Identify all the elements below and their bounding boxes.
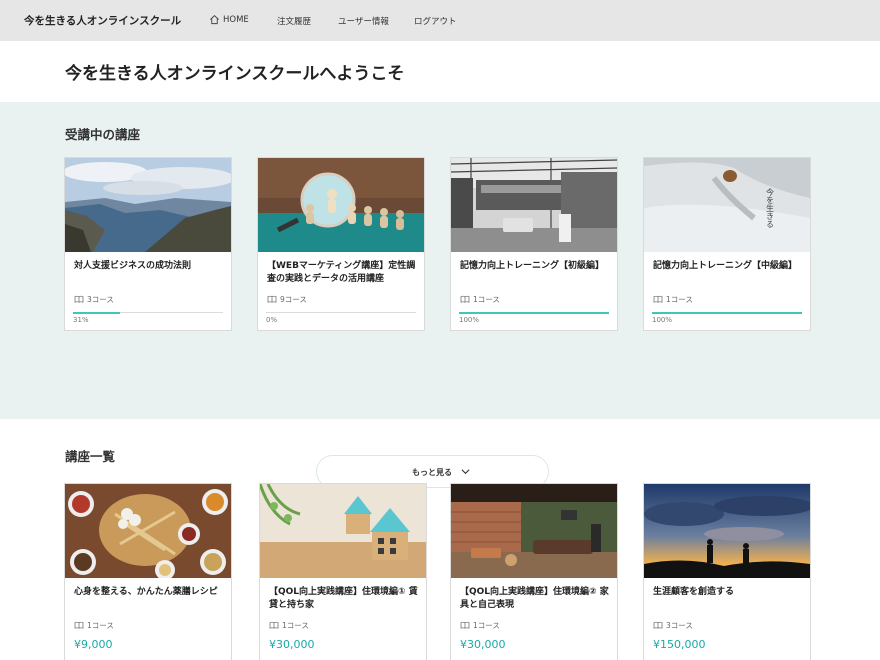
course-thumbnail — [65, 158, 231, 252]
enrolled-course-card[interactable]: 今を生きる 記憶力向上トレーニング【中級編】 1コース 100% — [643, 157, 811, 331]
book-icon — [460, 621, 470, 629]
course-count: 9コース — [267, 294, 307, 305]
course-title: 記憶力向上トレーニング【初級編】 — [460, 261, 605, 271]
enrolled-course-card[interactable]: 記憶力向上トレーニング【初級編】 1コース 100% — [450, 157, 618, 331]
progress-bar — [459, 311, 609, 314]
progress-label: 0% — [266, 316, 278, 324]
course-count: 1コース — [74, 620, 114, 631]
course-thumbnail — [260, 484, 426, 578]
thumbnail-caption: 今を生きる — [766, 187, 775, 228]
course-price: ¥150,000 — [653, 638, 706, 651]
site-brand[interactable]: 今を生きる人オンラインスクール — [24, 13, 181, 28]
course-price: ¥30,000 — [269, 638, 315, 651]
course-thumbnail: 今を生きる — [644, 158, 810, 252]
chevron-down-icon — [461, 469, 470, 475]
course-title: 心身を整える、かんたん薬膳レシピ — [74, 587, 218, 597]
course-title: 対人支援ビジネスの成功法則 — [74, 261, 192, 271]
course-count: 3コース — [74, 294, 114, 305]
enrolled-courses-section: 受講中の講座 対人支援ビジネスの成功法則 3コース 31% 【WEBマーケティン… — [0, 102, 880, 488]
nav-logout-link[interactable]: ログアウト — [414, 15, 457, 27]
nav-user-info-link[interactable]: ユーザー情報 — [338, 15, 389, 27]
catalog-course-card[interactable]: 【QOL向上実践講座】住環境編② 家具と自己表現 1コース ¥30,000 — [450, 483, 618, 660]
catalog-course-card[interactable]: 心身を整える、かんたん薬膳レシピ 1コース ¥9,000 — [64, 483, 232, 660]
progress-label: 31% — [73, 316, 89, 324]
book-icon — [460, 295, 470, 303]
course-thumbnail — [258, 158, 424, 252]
progress-bar — [266, 312, 416, 313]
course-thumbnail — [451, 158, 617, 252]
book-icon — [267, 295, 277, 303]
course-title: 【WEBマーケティング講座】定性調査の実践とデータの活用講座 — [267, 261, 416, 284]
course-thumbnail — [451, 484, 617, 578]
home-icon[interactable] — [209, 14, 220, 25]
welcome-title: 今を生きる人オンラインスクールへようこそ — [65, 64, 405, 84]
progress-fill — [459, 311, 609, 314]
course-price: ¥30,000 — [460, 638, 506, 651]
course-title: 【QOL向上実践講座】住環境編① 賃貸と持ち家 — [269, 587, 418, 610]
book-icon — [269, 621, 279, 629]
course-thumbnail — [644, 484, 810, 578]
top-navigation-bar: 今を生きる人オンラインスクール HOME 注文履歴 ユーザー情報 ログアウト — [0, 0, 880, 41]
course-count: 1コース — [460, 294, 500, 305]
progress-label: 100% — [459, 316, 480, 324]
enrolled-section-title: 受講中の講座 — [65, 127, 141, 142]
course-count: 1コース — [460, 620, 500, 631]
course-title: 記憶力向上トレーニング【中級編】 — [653, 261, 798, 271]
catalog-course-card[interactable]: 生涯顧客を創造する 3コース ¥150,000 — [643, 483, 811, 660]
nav-home-link[interactable]: HOME — [223, 15, 249, 25]
course-title: 生涯顧客を創造する — [653, 587, 735, 597]
nav-order-history-link[interactable]: 注文履歴 — [277, 15, 311, 27]
book-icon — [653, 621, 663, 629]
enrolled-course-card[interactable]: 対人支援ビジネスの成功法則 3コース 31% — [64, 157, 232, 331]
progress-bar — [652, 311, 802, 314]
course-count: 1コース — [269, 620, 309, 631]
book-icon — [653, 295, 663, 303]
progress-fill — [652, 311, 802, 314]
book-icon — [74, 621, 84, 629]
progress-label: 100% — [652, 316, 673, 324]
book-icon — [74, 295, 84, 303]
course-price: ¥9,000 — [74, 638, 113, 651]
course-thumbnail — [65, 484, 231, 578]
catalog-course-card[interactable]: 【QOL向上実践講座】住環境編① 賃貸と持ち家 1コース ¥30,000 — [259, 483, 427, 660]
course-title: 【QOL向上実践講座】住環境編② 家具と自己表現 — [460, 587, 609, 610]
enrolled-course-card[interactable]: 【WEBマーケティング講座】定性調査の実践とデータの活用講座 9コース 0% — [257, 157, 425, 331]
progress-fill — [73, 311, 120, 314]
course-count: 1コース — [653, 294, 693, 305]
course-count: 3コース — [653, 620, 693, 631]
catalog-section-title: 講座一覧 — [65, 449, 116, 464]
progress-bar — [73, 311, 223, 314]
